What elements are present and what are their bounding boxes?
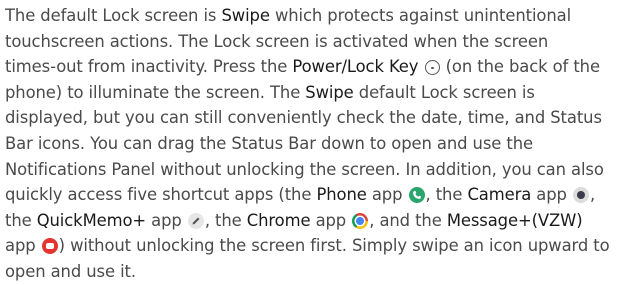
text-run: times-out from inactivity. Press the xyxy=(5,57,293,77)
message-plus-app-icon xyxy=(41,238,58,255)
swipe-term: Swipe xyxy=(221,6,270,25)
power-lock-key-term: Power/Lock Key xyxy=(292,57,419,77)
text-run: ) without unlocking the screen first. Si… xyxy=(58,236,610,256)
text-run: app xyxy=(366,185,408,205)
phone-app-term: Phone xyxy=(316,185,367,205)
text-run: , xyxy=(589,185,596,205)
quickmemo-app-icon xyxy=(187,212,204,229)
chrome-app-term: Chrome xyxy=(246,210,311,230)
text-run: the xyxy=(5,210,37,230)
power-lock-key-icon xyxy=(424,60,440,76)
text-line: the QuickMemo+ app , the Chrome app , an… xyxy=(5,208,625,234)
text-line: times-out from inactivity. Press the Pow… xyxy=(5,54,625,80)
text-run: quickly access five shortcut apps (the xyxy=(5,185,317,205)
text-line: Notifications Panel without unlocking th… xyxy=(5,157,625,183)
text-line: phone) to illuminate the screen. The Swi… xyxy=(5,80,625,106)
text-line: Bar icons. You can drag the Status Bar d… xyxy=(5,131,625,157)
swipe-term: Swipe xyxy=(305,82,354,102)
text-line: displayed, but you can still convenientl… xyxy=(5,105,625,131)
quickmemo-app-term: QuickMemo+ xyxy=(36,210,147,230)
text-run: app xyxy=(5,236,41,256)
text-run: The default Lock screen is xyxy=(5,6,222,25)
text-run: open and use it. xyxy=(5,261,136,281)
text-run: default Lock screen is xyxy=(353,82,535,102)
text-run: app xyxy=(310,210,352,230)
camera-app-icon xyxy=(572,187,589,204)
message-plus-app-term: Message+(VZW) xyxy=(446,210,583,230)
text-run: Bar icons. You can drag the Status Bar d… xyxy=(5,133,533,153)
lock-screen-paragraph: The default Lock screen is Swipe which p… xyxy=(5,3,625,285)
text-run: , the xyxy=(204,210,247,230)
text-run: , and the xyxy=(369,210,447,230)
text-run: touchscreen actions. The Lock screen is … xyxy=(5,31,549,51)
text-run: , the xyxy=(425,185,468,205)
text-run: Notifications Panel without unlocking th… xyxy=(5,159,604,179)
text-run: which protects against unintentional xyxy=(269,6,572,25)
chrome-app-icon xyxy=(352,212,369,229)
text-line: touchscreen actions. The Lock screen is … xyxy=(5,29,625,55)
text-run: app xyxy=(146,210,187,230)
text-run: displayed, but you can still convenientl… xyxy=(5,108,602,128)
text-line: The default Lock screen is Swipe which p… xyxy=(5,3,625,29)
phone-app-icon xyxy=(408,187,425,204)
text-run: app xyxy=(531,185,572,205)
text-run: phone) to illuminate the screen. The xyxy=(5,82,306,102)
camera-app-term: Camera xyxy=(467,185,532,205)
text-run: (on the back of the xyxy=(440,57,600,77)
text-line: open and use it. xyxy=(5,259,625,285)
text-line: quickly access five shortcut apps (the P… xyxy=(5,182,625,208)
text-line: app ) without unlocking the screen first… xyxy=(5,233,625,259)
